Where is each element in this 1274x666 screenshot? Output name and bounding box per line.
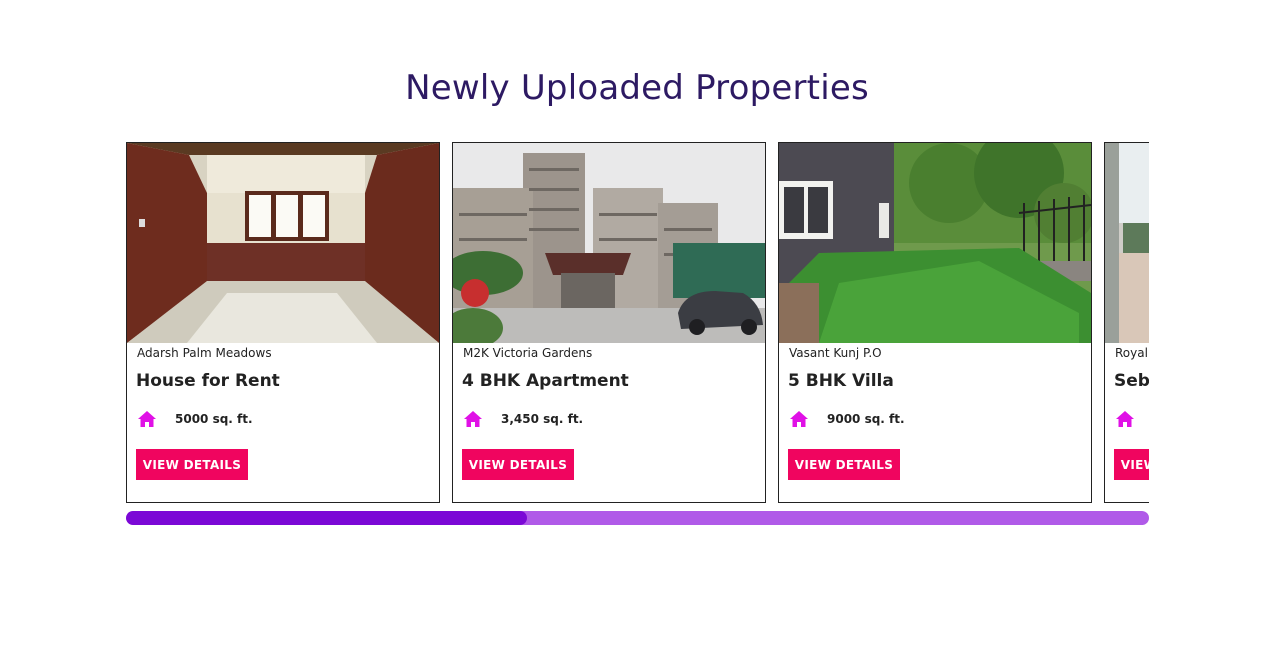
property-card[interactable]: Adarsh Palm Meadows House for Rent 5000 … bbox=[126, 142, 440, 503]
view-details-button[interactable]: VIEW DETAILS bbox=[462, 449, 574, 480]
property-location: Adarsh Palm Meadows bbox=[137, 346, 272, 360]
property-location: Royal bbox=[1115, 346, 1148, 360]
property-carousel[interactable]: Adarsh Palm Meadows House for Rent 5000 … bbox=[126, 142, 1149, 504]
view-details-button[interactable]: VIEW DETAILS bbox=[1114, 449, 1149, 480]
property-card[interactable]: Royal Seb VIEW DETAILS bbox=[1104, 142, 1149, 503]
property-image-apartment-complex[interactable] bbox=[453, 143, 765, 343]
view-details-button[interactable]: VIEW DETAILS bbox=[136, 449, 248, 480]
property-title: Seb bbox=[1114, 371, 1149, 391]
home-icon bbox=[137, 410, 157, 428]
property-card[interactable]: Vasant Kunj P.O 5 BHK Villa 9000 sq. ft.… bbox=[778, 142, 1092, 503]
property-title: 5 BHK Villa bbox=[788, 371, 894, 391]
property-area: 3,450 sq. ft. bbox=[463, 409, 583, 429]
view-details-button[interactable]: VIEW DETAILS bbox=[788, 449, 900, 480]
property-image-villa-lawn[interactable] bbox=[779, 143, 1091, 343]
property-area-value: 5000 sq. ft. bbox=[175, 412, 253, 426]
property-card[interactable]: M2K Victoria Gardens 4 BHK Apartment 3,4… bbox=[452, 142, 766, 503]
home-icon bbox=[1115, 410, 1135, 428]
property-area: 9000 sq. ft. bbox=[789, 409, 905, 429]
property-area: 5000 sq. ft. bbox=[137, 409, 253, 429]
property-location: M2K Victoria Gardens bbox=[463, 346, 593, 360]
property-image-interior-room[interactable] bbox=[127, 143, 439, 343]
property-title: 4 BHK Apartment bbox=[462, 371, 629, 391]
home-icon bbox=[463, 410, 483, 428]
home-icon bbox=[789, 410, 809, 428]
section-title: Newly Uploaded Properties bbox=[405, 68, 869, 108]
property-area bbox=[1115, 409, 1149, 429]
property-title: House for Rent bbox=[136, 371, 280, 391]
property-area-value: 9000 sq. ft. bbox=[827, 412, 905, 426]
property-area-value: 3,450 sq. ft. bbox=[501, 412, 584, 426]
scrollbar-thumb[interactable] bbox=[126, 511, 527, 525]
property-image-partial[interactable] bbox=[1105, 143, 1149, 343]
property-location: Vasant Kunj P.O bbox=[789, 346, 882, 360]
carousel-scrollbar[interactable] bbox=[126, 511, 1149, 525]
